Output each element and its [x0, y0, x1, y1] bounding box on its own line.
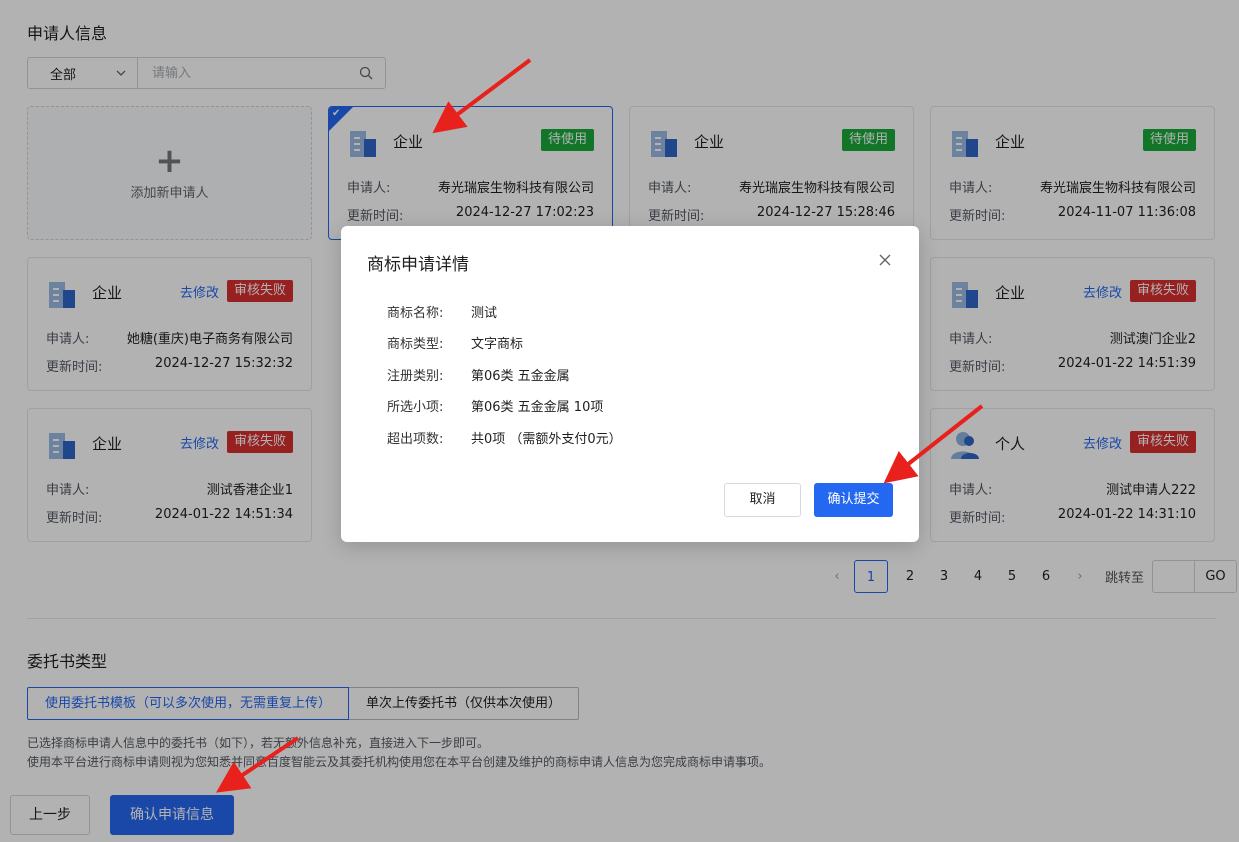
detail-row: 超出项数: 共0项 （需额外支付0元）	[387, 428, 622, 447]
detail-key: 注册类别:	[387, 369, 444, 384]
detail-value: 第06类 五金金属	[471, 369, 570, 384]
trademark-detail-modal: 商标申请详情 商标名称: 测试 商标类型: 文字商标 注册类别: 第06类 五金…	[341, 226, 919, 542]
detail-row: 商标类型: 文字商标	[387, 333, 523, 352]
detail-key: 商标类型:	[387, 337, 444, 352]
close-icon[interactable]	[877, 252, 893, 268]
detail-value: 文字商标	[471, 337, 524, 352]
detail-key: 超出项数:	[387, 432, 444, 447]
confirm-submit-button[interactable]: 确认提交	[814, 483, 893, 517]
cancel-button[interactable]: 取消	[724, 483, 801, 517]
detail-key: 所选小项:	[387, 400, 444, 415]
modal-title: 商标申请详情	[367, 255, 469, 275]
detail-value: 测试	[471, 306, 498, 321]
detail-value: 共0项 （需额外支付0元）	[471, 432, 622, 447]
detail-key: 商标名称:	[387, 306, 444, 321]
detail-row: 商标名称: 测试	[387, 302, 497, 321]
detail-row: 注册类别: 第06类 五金金属	[387, 365, 570, 384]
detail-value: 第06类 五金金属 10项	[471, 400, 604, 415]
detail-row: 所选小项: 第06类 五金金属 10项	[387, 396, 603, 415]
